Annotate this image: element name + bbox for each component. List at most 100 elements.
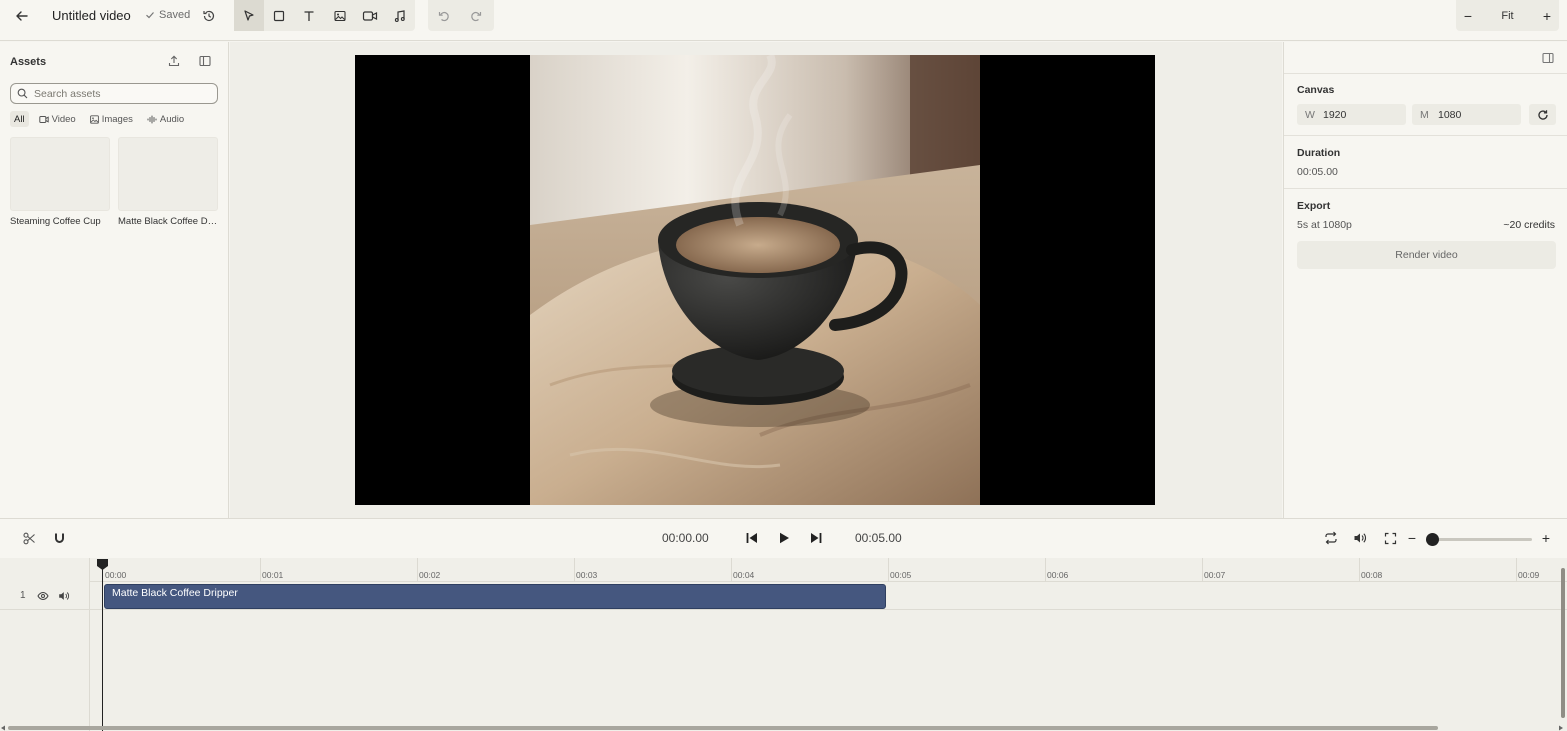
asset-card[interactable]: Matte Black Coffee Dripper bbox=[118, 137, 218, 227]
skip-to-start-button[interactable] bbox=[743, 529, 761, 547]
filter-audio-label: Audio bbox=[159, 113, 185, 125]
fullscreen-button[interactable] bbox=[1381, 529, 1399, 547]
render-video-button[interactable]: Render video bbox=[1297, 241, 1556, 269]
shape-tool-button[interactable] bbox=[264, 0, 294, 31]
check-icon bbox=[146, 12, 154, 19]
history-button[interactable] bbox=[199, 6, 219, 26]
arrow-left-icon bbox=[16, 11, 28, 21]
skip-to-end-button[interactable] bbox=[807, 529, 825, 547]
loop-button[interactable] bbox=[1322, 529, 1340, 547]
refresh-icon bbox=[1537, 109, 1548, 120]
collapse-panel-button[interactable] bbox=[198, 54, 214, 70]
vertical-scrollbar[interactable] bbox=[1561, 568, 1565, 718]
ruler-tick-label: 00:04 bbox=[733, 570, 755, 580]
image-icon bbox=[89, 114, 99, 124]
filter-images[interactable]: Images bbox=[86, 111, 137, 127]
snap-button[interactable] bbox=[50, 529, 68, 547]
width-field[interactable]: W 1920 bbox=[1297, 104, 1406, 125]
scroll-left-arrow[interactable] bbox=[0, 725, 6, 731]
square-icon bbox=[274, 10, 285, 21]
image-tool-button[interactable] bbox=[325, 0, 355, 31]
split-button[interactable] bbox=[20, 529, 38, 547]
playhead-icon bbox=[97, 559, 108, 570]
timeline-zoom-out-button[interactable]: − bbox=[1404, 529, 1420, 547]
ruler-tick bbox=[260, 558, 261, 582]
track-number: 1 bbox=[20, 590, 26, 601]
search-input[interactable] bbox=[34, 87, 214, 100]
canvas-section-title: Canvas bbox=[1297, 84, 1335, 96]
music-icon bbox=[394, 9, 405, 22]
back-button[interactable] bbox=[10, 5, 34, 27]
playhead-line bbox=[102, 566, 103, 731]
toggle-mute-button[interactable] bbox=[58, 590, 70, 602]
volume-icon bbox=[59, 592, 70, 600]
height-label: M bbox=[1420, 108, 1429, 121]
volume-button[interactable] bbox=[1351, 529, 1369, 547]
audio-wave-icon bbox=[147, 115, 157, 123]
ruler-tick-label: 00:08 bbox=[1361, 570, 1383, 580]
track-header: 1 bbox=[0, 583, 90, 610]
filter-all[interactable]: All bbox=[10, 111, 29, 127]
minus-icon: − bbox=[1407, 530, 1417, 546]
timeline-zoom-handle[interactable] bbox=[1426, 533, 1439, 546]
ruler-tick-label: 00:03 bbox=[576, 570, 598, 580]
ruler-tick-label: 00:06 bbox=[1047, 570, 1069, 580]
sidebar-icon bbox=[199, 55, 211, 67]
audio-tool-button[interactable] bbox=[385, 0, 415, 31]
magnet-icon bbox=[54, 533, 64, 543]
zoom-in-button[interactable]: + bbox=[1535, 0, 1559, 31]
play-button[interactable] bbox=[775, 529, 793, 547]
saved-label: Saved bbox=[159, 9, 191, 21]
toggle-visibility-button[interactable] bbox=[37, 590, 49, 602]
video-canvas[interactable] bbox=[355, 55, 1155, 505]
horizontal-scrollbar[interactable] bbox=[8, 726, 1438, 730]
coffee-dripper-image bbox=[530, 55, 980, 505]
asset-card[interactable]: Steaming Coffee Cup bbox=[10, 137, 110, 227]
plus-icon: + bbox=[1542, 7, 1552, 24]
zoom-out-button[interactable]: − bbox=[1456, 0, 1480, 31]
ruler-tick bbox=[1359, 558, 1360, 582]
video-icon bbox=[362, 10, 377, 21]
scroll-right-arrow[interactable] bbox=[1558, 725, 1564, 731]
filter-video[interactable]: Video bbox=[35, 111, 80, 127]
playhead-handle[interactable] bbox=[96, 558, 109, 571]
search-box[interactable] bbox=[10, 83, 218, 104]
play-icon bbox=[780, 532, 789, 544]
filter-audio[interactable]: Audio bbox=[143, 111, 188, 127]
repeat-icon bbox=[1325, 531, 1337, 545]
transport-bar: 00:00.00 00:05.00 − + bbox=[0, 518, 1567, 558]
zoom-controls: − Fit + bbox=[1456, 0, 1559, 31]
redo-button[interactable] bbox=[460, 0, 492, 31]
ruler-tick-label: 00:01 bbox=[262, 570, 284, 580]
timeline-zoom-slider[interactable] bbox=[1431, 538, 1532, 541]
height-field[interactable]: M 1080 bbox=[1412, 104, 1521, 125]
text-icon bbox=[304, 10, 314, 21]
select-tool-button[interactable] bbox=[234, 0, 265, 31]
eye-icon bbox=[37, 591, 49, 601]
redo-icon bbox=[471, 11, 482, 21]
project-title[interactable]: Untitled video bbox=[52, 8, 131, 23]
video-tool-button[interactable] bbox=[355, 0, 385, 31]
properties-panel: Canvas W 1920 M 1080 Duration 00:05.00 E… bbox=[1283, 42, 1567, 518]
asset-name: Matte Black Coffee Dripper bbox=[118, 216, 218, 227]
ruler-tick-label: 00:09 bbox=[1518, 570, 1540, 580]
asset-name: Steaming Coffee Cup bbox=[10, 216, 101, 227]
timeline-zoom-in-button[interactable]: + bbox=[1538, 529, 1554, 547]
plus-icon: + bbox=[1541, 530, 1551, 546]
assets-panel: Assets All Video Images Audio Steaming C… bbox=[0, 42, 229, 518]
undo-button[interactable] bbox=[428, 0, 460, 31]
zoom-fit-button[interactable]: Fit bbox=[1480, 10, 1535, 22]
cursor-icon bbox=[244, 9, 254, 21]
triangle-right-icon bbox=[1559, 725, 1563, 731]
export-description: 5s at 1080p bbox=[1297, 219, 1352, 231]
upload-button[interactable] bbox=[167, 54, 183, 70]
divider bbox=[1284, 135, 1567, 136]
ruler-tick bbox=[731, 558, 732, 582]
ruler-tick-label: 00:00 bbox=[105, 570, 127, 580]
text-tool-button[interactable] bbox=[294, 0, 324, 31]
video-clip[interactable]: Matte Black Coffee Dripper bbox=[104, 584, 886, 609]
history-icon bbox=[203, 10, 215, 22]
time-ruler[interactable]: 00:00 00:01 00:02 00:03 00:04 00:05 00:06 00:07… bbox=[90, 558, 1567, 582]
collapse-properties-button[interactable] bbox=[1541, 51, 1557, 67]
reset-size-button[interactable] bbox=[1529, 104, 1556, 125]
